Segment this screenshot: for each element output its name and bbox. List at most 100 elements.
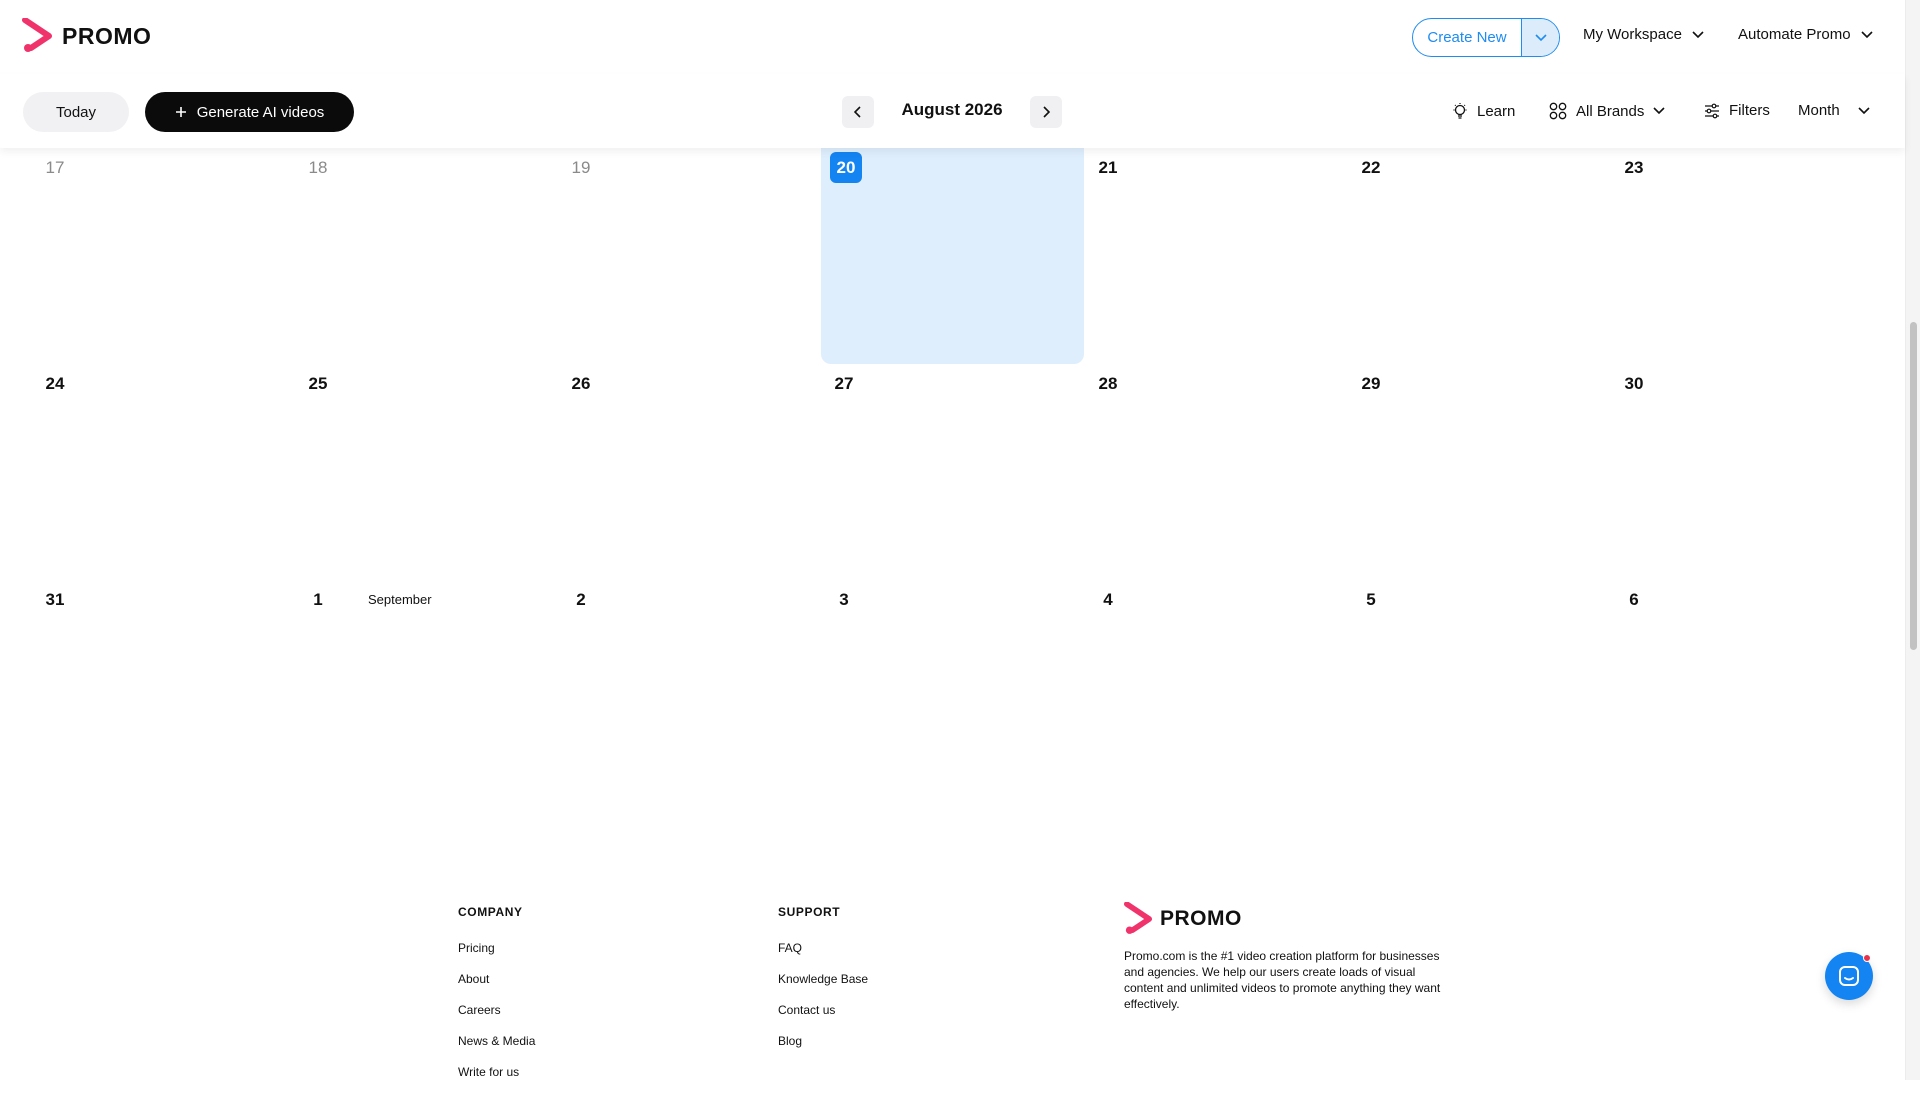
day-number: 4 bbox=[1103, 590, 1113, 609]
day-number: 3 bbox=[839, 590, 849, 609]
footer-link-news-media[interactable]: News & Media bbox=[458, 1034, 535, 1048]
calendar-day-cell[interactable]: 22 bbox=[1341, 148, 1604, 364]
day-number: 27 bbox=[834, 374, 854, 393]
month-start-label: September bbox=[368, 592, 432, 607]
calendar-day-cell[interactable]: 19 bbox=[551, 148, 814, 364]
all-brands-dropdown[interactable]: All Brands bbox=[1549, 102, 1665, 120]
day-number: 18 bbox=[308, 158, 328, 177]
footer-link-careers[interactable]: Careers bbox=[458, 1003, 535, 1017]
day-number: 25 bbox=[308, 374, 328, 393]
automate-promo-dropdown[interactable]: Automate Promo bbox=[1738, 26, 1873, 43]
footer-support-column: SUPPORT FAQ Knowledge Base Contact us Bl… bbox=[778, 905, 868, 1065]
promo-logo[interactable]: PROMO bbox=[22, 18, 151, 54]
footer-link-faq[interactable]: FAQ bbox=[778, 941, 868, 955]
footer-support-heading: SUPPORT bbox=[778, 905, 841, 919]
calendar-day-cell[interactable]: 25 bbox=[288, 364, 551, 580]
calendar-day-cell[interactable]: 5 bbox=[1341, 580, 1604, 796]
calendar-day-cell[interactable]: 2 bbox=[551, 580, 814, 796]
filters-icon bbox=[1705, 103, 1719, 118]
automate-label: Automate Promo bbox=[1738, 26, 1851, 43]
view-mode-dropdown[interactable]: Month bbox=[1798, 102, 1870, 119]
today-day-number: 20 bbox=[830, 152, 862, 183]
footer-link-pricing[interactable]: Pricing bbox=[458, 941, 535, 955]
view-mode-label: Month bbox=[1798, 102, 1840, 119]
calendar-day-cell[interactable]: 1 September bbox=[288, 580, 551, 796]
calendar-toolbar: Today Generate AI videos August 2026 Lea… bbox=[0, 74, 1905, 148]
scrollbar-thumb[interactable] bbox=[1910, 322, 1917, 650]
workspace-dropdown[interactable]: My Workspace bbox=[1583, 26, 1704, 43]
chat-icon bbox=[1839, 966, 1859, 986]
day-number: 26 bbox=[571, 374, 591, 393]
current-month-title: August 2026 bbox=[901, 100, 1003, 119]
filters-label: Filters bbox=[1729, 102, 1770, 119]
footer-logo-text: PROMO bbox=[1160, 907, 1242, 930]
day-number: 30 bbox=[1624, 374, 1644, 393]
calendar-day-cell[interactable]: 28 bbox=[1078, 364, 1341, 580]
footer-link-blog[interactable]: Blog bbox=[778, 1034, 868, 1048]
calendar-day-cell[interactable]: 17 bbox=[25, 148, 288, 364]
generate-ai-videos-button[interactable]: Generate AI videos bbox=[145, 92, 354, 132]
filters-button[interactable]: Filters bbox=[1704, 102, 1770, 119]
footer-company-column: COMPANY Pricing About Careers News & Med… bbox=[458, 905, 535, 1096]
day-number: 2 bbox=[576, 590, 586, 609]
chevron-left-icon bbox=[854, 106, 861, 118]
chevron-down-icon bbox=[1653, 107, 1665, 115]
calendar-today-cell[interactable]: 20 bbox=[821, 148, 1084, 364]
calendar-day-cell[interactable]: 27 bbox=[814, 364, 1077, 580]
day-number: 28 bbox=[1098, 374, 1118, 393]
calendar-day-cell[interactable]: 31 bbox=[25, 580, 288, 796]
notification-dot bbox=[1863, 954, 1871, 962]
calendar-day-cell[interactable]: 23 bbox=[1604, 148, 1867, 364]
day-number: 23 bbox=[1624, 158, 1644, 177]
day-number: 29 bbox=[1361, 374, 1381, 393]
calendar-day-cell[interactable]: 26 bbox=[551, 364, 814, 580]
grid-icon bbox=[1549, 102, 1567, 120]
calendar-day-cell[interactable]: 21 bbox=[1078, 148, 1341, 364]
calendar-day-cell[interactable]: 24 bbox=[25, 364, 288, 580]
promo-logo-icon bbox=[22, 18, 52, 52]
chat-widget-button[interactable] bbox=[1825, 952, 1873, 1000]
plus-icon bbox=[175, 107, 186, 117]
calendar-day-cell[interactable]: 6 bbox=[1604, 580, 1867, 796]
prev-month-button[interactable] bbox=[842, 96, 874, 128]
footer-brand-block: PROMO Promo.com is the #1 video creation… bbox=[1124, 902, 1454, 1012]
learn-label: Learn bbox=[1477, 102, 1516, 120]
workspace-label: My Workspace bbox=[1583, 26, 1682, 43]
footer-link-knowledge-base[interactable]: Knowledge Base bbox=[778, 972, 868, 986]
footer-link-contact-us[interactable]: Contact us bbox=[778, 1003, 868, 1017]
chevron-down-icon bbox=[1534, 33, 1547, 41]
calendar-day-cell[interactable]: 4 bbox=[1078, 580, 1341, 796]
next-month-button[interactable] bbox=[1030, 96, 1062, 128]
create-new-label[interactable]: Create New bbox=[1413, 19, 1521, 56]
all-brands-label: All Brands bbox=[1576, 102, 1645, 120]
day-number: 17 bbox=[45, 158, 65, 177]
day-number: 21 bbox=[1098, 158, 1118, 177]
chevron-down-icon bbox=[1860, 30, 1873, 38]
generate-label: Generate AI videos bbox=[196, 103, 325, 121]
promo-logo-icon bbox=[1124, 902, 1152, 934]
calendar-day-cell[interactable]: 29 bbox=[1341, 364, 1604, 580]
footer-link-about[interactable]: About bbox=[458, 972, 535, 986]
create-new-button[interactable]: Create New bbox=[1412, 18, 1560, 57]
calendar-day-cell[interactable]: 18 bbox=[288, 148, 551, 364]
chevron-down-icon bbox=[1858, 106, 1870, 114]
day-number: 19 bbox=[571, 158, 591, 177]
footer-description: Promo.com is the #1 video creation platf… bbox=[1124, 949, 1441, 1011]
day-number: 24 bbox=[45, 374, 65, 393]
footer-logo[interactable]: PROMO bbox=[1124, 902, 1454, 936]
chevron-down-icon bbox=[1692, 30, 1704, 38]
day-number: 5 bbox=[1366, 590, 1376, 609]
day-number: 1 bbox=[313, 590, 323, 609]
logo-text: PROMO bbox=[62, 22, 152, 49]
lightbulb-icon bbox=[1453, 103, 1467, 119]
calendar-day-cell[interactable]: 30 bbox=[1604, 364, 1867, 580]
learn-button[interactable]: Learn bbox=[1452, 102, 1515, 120]
day-number: 22 bbox=[1361, 158, 1381, 177]
day-number: 31 bbox=[45, 590, 65, 609]
footer-link-write-for-us[interactable]: Write for us bbox=[458, 1065, 535, 1079]
create-new-dropdown[interactable] bbox=[1521, 19, 1559, 56]
today-button[interactable]: Today bbox=[23, 92, 129, 132]
top-header: PROMO Create New My Workspace Automate P… bbox=[0, 0, 1905, 74]
calendar-day-cell[interactable]: 3 bbox=[814, 580, 1077, 796]
page-scrollbar[interactable] bbox=[1905, 0, 1920, 1080]
